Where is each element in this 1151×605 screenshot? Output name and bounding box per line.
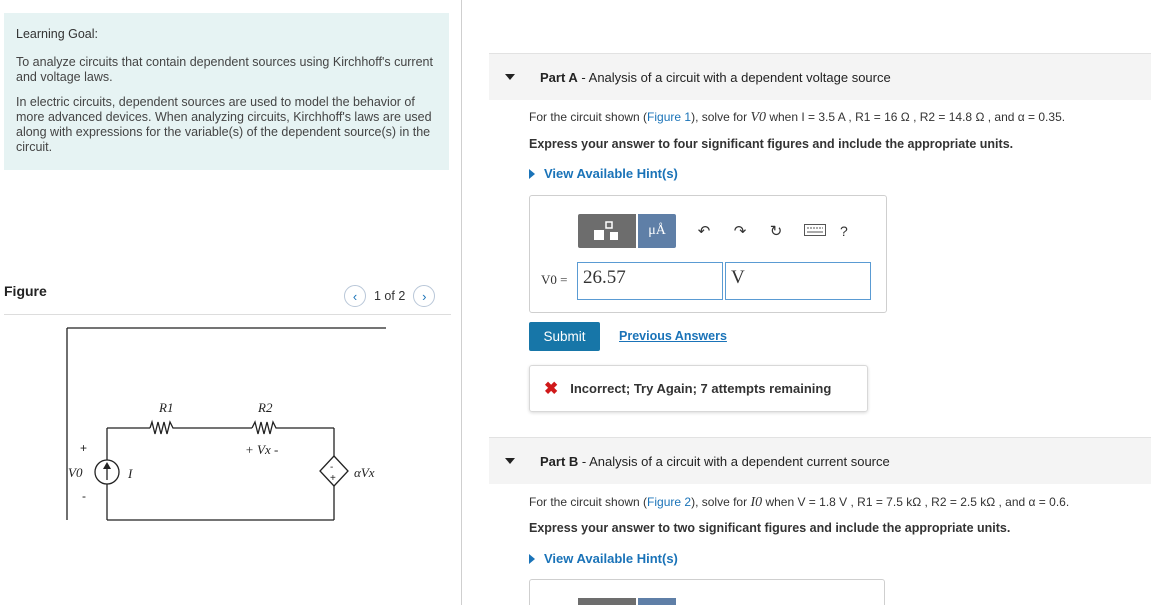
part-a-hint-label: View Available Hint(s) xyxy=(544,166,678,181)
feedback-message: ✖ Incorrect; Try Again; 7 attempts remai… xyxy=(529,365,868,412)
expand-triangle-icon xyxy=(529,168,535,179)
answer-value-input[interactable]: 26.57 xyxy=(577,262,723,300)
figure-2-link[interactable]: Figure 2 xyxy=(647,495,691,509)
units-button[interactable] xyxy=(638,598,676,605)
part-b-hint-label: View Available Hint(s) xyxy=(544,551,678,566)
r1-label: R1 xyxy=(158,400,173,415)
previous-answers-link[interactable]: Previous Answers xyxy=(619,329,727,343)
learning-goal-title: Learning Goal: xyxy=(16,27,99,41)
part-b-header[interactable]: Part B - Analysis of a circuit with a de… xyxy=(489,437,1151,484)
answer-variable-label: V0 = xyxy=(541,272,568,287)
template-icon[interactable] xyxy=(578,598,636,605)
part-b-title: Part B - Analysis of a circuit with a de… xyxy=(540,453,890,469)
expand-triangle-icon xyxy=(529,553,535,564)
part-a-problem: For the circuit shown (Figure 1), solve … xyxy=(529,110,1066,125)
part-a-given: I = 3.5 A , R1 = 16 Ω , R2 = 14.8 Ω , an… xyxy=(801,110,1066,124)
part-b-given: V = 1.8 V , R1 = 7.5 kΩ , R2 = 2.5 kΩ , … xyxy=(797,495,1070,509)
undo-icon[interactable]: ↶ xyxy=(696,222,712,240)
units-button[interactable]: μÅ xyxy=(638,214,676,248)
answer-toolbar: μÅ ↶ ↷ ↻ ? xyxy=(578,214,848,248)
part-b-instruction: Express your answer to two significant f… xyxy=(529,521,1011,535)
chevron-left-icon[interactable]: ‹ xyxy=(344,285,366,307)
part-b-target: I0 xyxy=(750,495,763,510)
part-b-answer-box xyxy=(529,579,885,605)
learning-goal-paragraph-2: In electric circuits, dependent sources … xyxy=(16,95,432,154)
chevron-right-icon[interactable]: › xyxy=(413,285,436,307)
figure-heading: Figure xyxy=(4,283,47,299)
figure-page-indicator: 1 of 2 xyxy=(374,289,406,303)
keyboard-icon[interactable] xyxy=(804,223,826,240)
submit-button[interactable]: Submit xyxy=(529,322,600,351)
left-column: Learning Goal: To analyze circuits that … xyxy=(0,0,462,605)
v0-minus-sign: - xyxy=(82,489,86,503)
figure-1-link[interactable]: Figure 1 xyxy=(647,110,691,124)
r2-label: R2 xyxy=(257,400,273,415)
answer-units-input[interactable]: V xyxy=(725,262,871,300)
learning-goal-paragraph-1: To analyze circuits that contain depende… xyxy=(16,55,433,84)
redo-icon[interactable]: ↷ xyxy=(732,222,748,240)
part-a-target: V0 xyxy=(750,110,766,125)
learning-goal-box: Learning Goal: To analyze circuits that … xyxy=(4,13,449,170)
part-a-hint-link[interactable]: View Available Hint(s) xyxy=(529,166,678,181)
help-button[interactable]: ? xyxy=(840,223,848,239)
dependent-source-label: αVx xyxy=(354,465,375,480)
part-a-instruction: Express your answer to four significant … xyxy=(529,137,1014,151)
current-label: I xyxy=(127,466,133,481)
dep-minus-sign: - xyxy=(330,462,333,473)
part-b-hint-link[interactable]: View Available Hint(s) xyxy=(529,551,678,566)
template-icon[interactable] xyxy=(578,214,636,248)
part-a-title: Part A - Analysis of a circuit with a de… xyxy=(540,69,891,85)
collapse-triangle-icon[interactable] xyxy=(505,74,515,80)
incorrect-x-icon: ✖ xyxy=(544,378,559,398)
vx-label: + Vx - xyxy=(245,442,278,457)
dep-plus-sign: + xyxy=(330,473,336,484)
part-a-header[interactable]: Part A - Analysis of a circuit with a de… xyxy=(489,53,1151,100)
reset-icon[interactable]: ↻ xyxy=(768,222,784,240)
feedback-text: Incorrect; Try Again; 7 attempts remaini… xyxy=(570,381,832,396)
right-column: Part A - Analysis of a circuit with a de… xyxy=(489,0,1151,605)
v0-label: V0 xyxy=(68,465,83,480)
figure-divider xyxy=(4,314,451,315)
collapse-triangle-icon[interactable] xyxy=(505,458,515,464)
figure-pager: ‹ 1 of 2 › xyxy=(344,285,436,307)
part-a-answer-box: μÅ ↶ ↷ ↻ ? V0 = 26.57 V xyxy=(529,195,887,313)
part-b-problem: For the circuit shown (Figure 2), solve … xyxy=(529,495,1070,510)
circuit-diagram: R1 R2 + Vx - V0 I αVx + - - + xyxy=(66,327,386,521)
v0-plus-sign: + xyxy=(80,441,87,455)
